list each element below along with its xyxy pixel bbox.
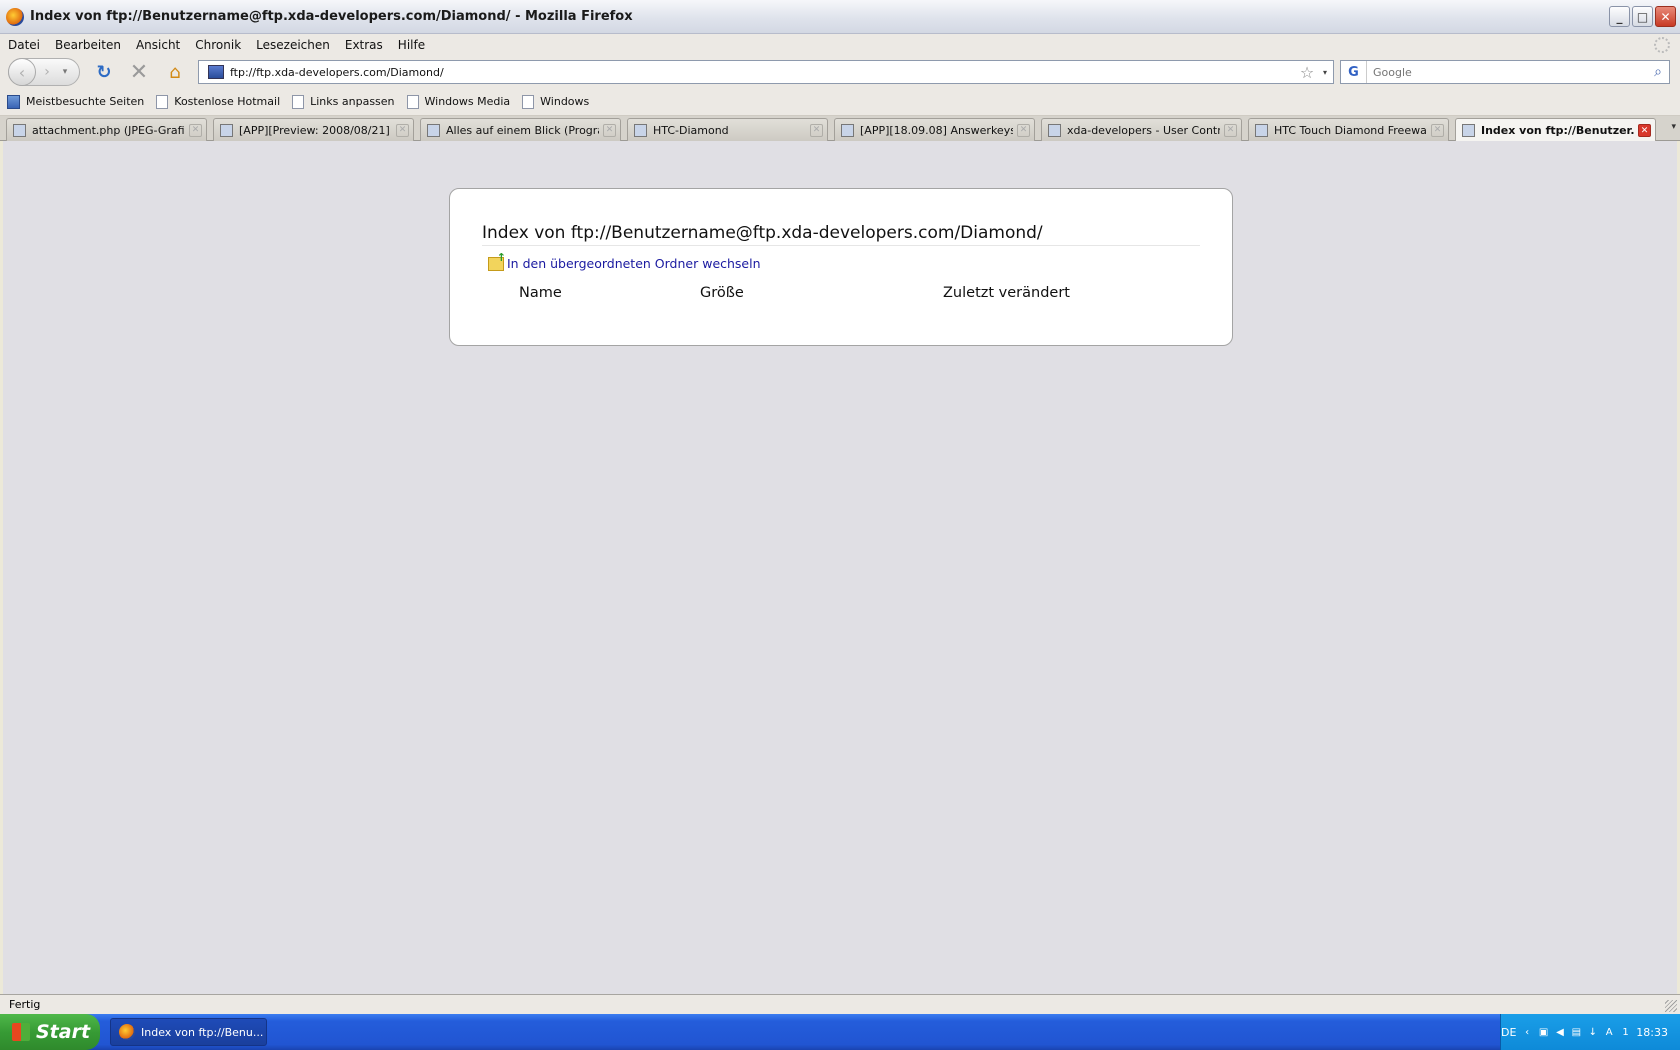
page-icon [522, 94, 535, 109]
url-input[interactable] [230, 65, 1297, 79]
url-bar[interactable]: ☆ ▾ [198, 60, 1334, 84]
tab-htc-diamond[interactable]: HTC-Diamond ✕ [627, 118, 828, 141]
tab-close-icon[interactable]: ✕ [603, 123, 616, 137]
tray-expand-icon[interactable]: ‹ [1521, 1025, 1532, 1039]
tab-bar: attachment.php (JPEG-Grafik,... ✕ [APP][… [0, 116, 1680, 142]
firefox-icon [6, 7, 24, 26]
tab-close-icon[interactable]: ✕ [1017, 123, 1030, 137]
bookmark-links[interactable]: Links anpassen [292, 94, 395, 109]
image-icon [13, 123, 26, 137]
page-heading: Index von ftp://Benutzername@ftp.xda-dev… [482, 223, 1200, 246]
bookmarks-toolbar: Meistbesuchte Seiten Kostenlose Hotmail … [0, 88, 1680, 116]
status-bar: Fertig [0, 994, 1680, 1014]
menu-hilfe[interactable]: Hilfe [398, 38, 425, 52]
volume-icon[interactable]: ◀ [1554, 1025, 1565, 1039]
reload-icon[interactable]: ↻ [94, 62, 114, 83]
tab-attachment[interactable]: attachment.php (JPEG-Grafik,... ✕ [6, 118, 207, 141]
parent-folder-link[interactable]: In den übergeordneten Ordner wechseln [507, 256, 761, 271]
minimize-button[interactable]: _ [1609, 6, 1630, 27]
xda-icon [1048, 123, 1061, 137]
htc-icon [634, 123, 647, 137]
tab-close-icon[interactable]: ✕ [396, 123, 409, 137]
start-button[interactable]: Start [0, 1014, 100, 1050]
throbber-icon [1654, 37, 1670, 53]
smart-bookmark-icon [7, 94, 20, 109]
menu-datei[interactable]: Datei [8, 38, 40, 52]
download-icon[interactable]: ↓ [1587, 1025, 1598, 1039]
tab-answerkeys[interactable]: [APP][18.09.08] Answerkeys ... ✕ [834, 118, 1035, 141]
font-icon[interactable]: A [1603, 1025, 1614, 1039]
window-titlebar[interactable]: Index von ftp://Benutzername@ftp.xda-dev… [0, 0, 1680, 34]
menu-ansicht[interactable]: Ansicht [136, 38, 180, 52]
directory-listing: Index von ftp://Benutzername@ftp.xda-dev… [449, 188, 1233, 346]
tab-alles-auf-einem-blick[interactable]: Alles auf einem Blick (Program... ✕ [420, 118, 621, 141]
listing-header: Name Größe Zuletzt verändert [482, 285, 1200, 301]
language-indicator[interactable]: DE [1501, 1026, 1516, 1039]
tab-htc-freeware[interactable]: HTC Touch Diamond Freeware... ✕ [1248, 118, 1449, 141]
tab-user-control[interactable]: xda-developers - User Control... ✕ [1041, 118, 1242, 141]
home-icon[interactable]: ⌂ [165, 62, 185, 83]
tab-close-icon[interactable]: ✕ [1224, 123, 1237, 137]
tab-index-ftp[interactable]: Index von ftp://Benutzer... ✕ [1455, 118, 1656, 142]
search-bar[interactable]: G ⌕ [1340, 60, 1670, 84]
column-size[interactable]: Größe [700, 285, 744, 301]
xda-icon [841, 123, 854, 137]
tray-number-icon[interactable]: 1 [1620, 1025, 1631, 1039]
site-favicon-icon [1255, 123, 1268, 137]
close-window-button[interactable]: ✕ [1655, 6, 1676, 27]
bookmark-windows-media[interactable]: Windows Media [406, 94, 510, 109]
page-content: Index von ftp://Benutzername@ftp.xda-dev… [3, 141, 1677, 994]
back-forward-group: ‹ › ▾ [8, 58, 80, 86]
page-icon [406, 94, 419, 109]
search-input[interactable] [1367, 65, 1647, 79]
search-go-icon[interactable]: ⌕ [1647, 64, 1669, 80]
column-modified[interactable]: Zuletzt verändert [943, 285, 1070, 301]
firefox-icon [119, 1024, 135, 1040]
stop-icon[interactable]: ✕ [129, 60, 149, 85]
menu-chronik[interactable]: Chronik [195, 38, 241, 52]
tab-close-icon[interactable]: ✕ [189, 123, 202, 137]
xda-icon [220, 123, 233, 137]
tab-list-dropdown-icon[interactable]: ▾ [1671, 122, 1676, 132]
column-name[interactable]: Name [519, 285, 562, 301]
tab-close-icon[interactable]: ✕ [1638, 124, 1651, 137]
ftp-icon [1462, 124, 1475, 137]
bookmark-hotmail[interactable]: Kostenlose Hotmail [156, 94, 280, 109]
menu-bearbeiten[interactable]: Bearbeiten [55, 38, 121, 52]
windows-logo-icon [12, 1023, 30, 1041]
tab-app-preview[interactable]: [APP][Preview: 2008/08/21] ... ✕ [213, 118, 414, 141]
folder-up-icon [488, 251, 506, 271]
status-text: Fertig [9, 998, 41, 1011]
resize-grip-icon[interactable] [1665, 1000, 1677, 1012]
device-icon[interactable]: ▤ [1571, 1025, 1582, 1039]
url-dropdown-icon[interactable]: ▾ [1317, 68, 1333, 77]
window-title: Index von ftp://Benutzername@ftp.xda-dev… [30, 9, 633, 24]
bookmark-star-icon[interactable]: ☆ [1297, 63, 1317, 82]
forward-button[interactable]: › [36, 64, 58, 80]
windows-taskbar: Start Index von ftp://Benu... DE ‹ ▣ ◀ ▤… [0, 1014, 1680, 1050]
page-icon [156, 94, 169, 109]
tab-close-icon[interactable]: ✕ [1431, 123, 1444, 137]
menu-bar: Datei Bearbeiten Ansicht Chronik Lesezei… [0, 34, 1680, 56]
site-icon [208, 65, 224, 79]
bookmark-most-visited[interactable]: Meistbesuchte Seiten [7, 94, 144, 109]
parent-folder-link-row: In den übergeordneten Ordner wechseln [488, 251, 1200, 271]
menu-lesezeichen[interactable]: Lesezeichen [256, 38, 330, 52]
menu-extras[interactable]: Extras [345, 38, 383, 52]
system-tray: DE ‹ ▣ ◀ ▤ ↓ A 1 18:33 [1500, 1014, 1680, 1050]
site-favicon-icon [427, 123, 440, 137]
maximize-button[interactable]: □ [1632, 6, 1653, 27]
tab-close-icon[interactable]: ✕ [810, 123, 823, 137]
clock[interactable]: 18:33 [1636, 1026, 1668, 1039]
bookmark-windows[interactable]: Windows [522, 94, 589, 109]
network-icon[interactable]: ▣ [1538, 1025, 1549, 1039]
back-button[interactable]: ‹ [8, 58, 36, 86]
history-dropdown-icon[interactable]: ▾ [58, 67, 72, 77]
navigation-toolbar: ‹ › ▾ ↻ ✕ ⌂ ☆ ▾ G ⌕ [0, 56, 1680, 88]
taskbar-firefox-task[interactable]: Index von ftp://Benu... [110, 1018, 267, 1046]
page-icon [292, 94, 305, 109]
search-engine-icon[interactable]: G [1341, 61, 1367, 83]
